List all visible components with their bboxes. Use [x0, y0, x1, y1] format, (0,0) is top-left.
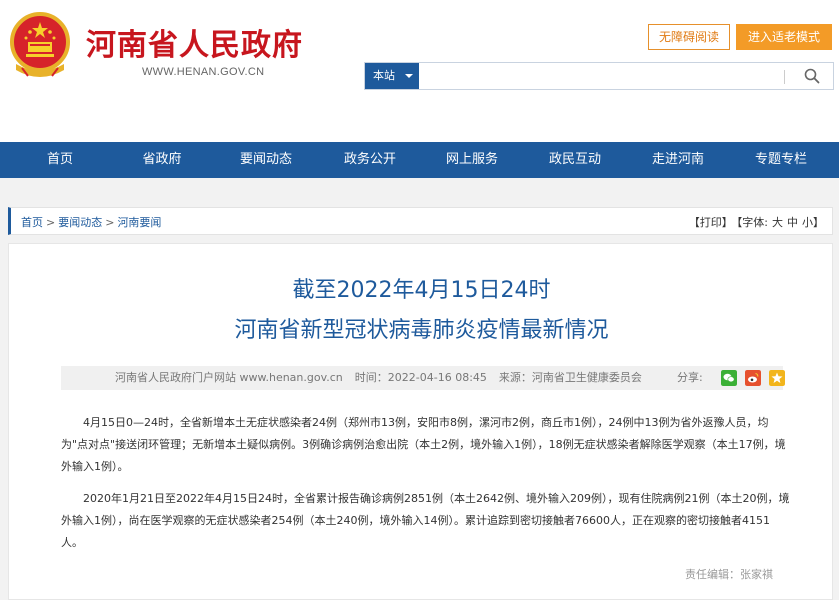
article-title-line1: 截至2022年4月15日24时 [292, 278, 551, 303]
search-divider [784, 70, 785, 84]
qzone-icon[interactable] [769, 370, 785, 386]
font-size-end: 】 [813, 216, 824, 229]
meta-origin: 来源：河南省卫生健康委员会 [498, 371, 642, 384]
breadcrumb-item-henan-news[interactable]: 河南要闻 [117, 216, 161, 229]
chevron-down-icon [405, 74, 413, 78]
breadcrumb-separator: > [105, 216, 115, 229]
search-input[interactable] [421, 65, 781, 87]
search-icon[interactable] [803, 67, 821, 85]
nav-item-online-service[interactable]: 网上服务 [436, 142, 508, 178]
main-nav: 首页 省政府 要闻动态 政务公开 网上服务 政民互动 走进河南 专题专栏 [0, 142, 839, 178]
font-medium-button[interactable]: 中 [787, 216, 798, 229]
nav-item-gov-affairs[interactable]: 政务公开 [334, 142, 406, 178]
weibo-icon[interactable] [745, 370, 761, 386]
share-label: 分享: [677, 371, 703, 384]
breadcrumb-item-news[interactable]: 要闻动态 [58, 216, 102, 229]
nav-item-special-topics[interactable]: 专题专栏 [745, 142, 817, 178]
site-header: 河南省人民政府 WWW.HENAN.GOV.CN 无障碍阅读 进入适老模式 本站 [0, 0, 839, 142]
font-large-button[interactable]: 大 [772, 216, 783, 229]
font-size-label: 【字体: [736, 216, 768, 229]
nav-item-about-henan[interactable]: 走进河南 [642, 142, 714, 178]
article-title-line2: 河南省新型冠状病毒肺炎疫情最新情况 [234, 318, 609, 343]
nav-item-home[interactable]: 首页 [24, 142, 96, 178]
nav-item-provincial-gov[interactable]: 省政府 [126, 142, 198, 178]
font-small-button[interactable]: 小 [802, 216, 813, 229]
site-name[interactable]: 河南省人民政府 [86, 20, 303, 64]
breadcrumb-separator: > [46, 216, 56, 229]
site-url: WWW.HENAN.GOV.CN [142, 66, 265, 78]
breadcrumb: 首页 > 要闻动态 > 河南要闻 [21, 214, 161, 230]
nav-item-news[interactable]: 要闻动态 [230, 142, 302, 178]
article-paragraph: 2020年1月21日至2022年4月15日24时，全省累计报告确诊病例2851例… [61, 492, 790, 549]
wechat-icon[interactable] [721, 370, 737, 386]
national-emblem-icon[interactable] [8, 10, 72, 80]
meta-source-site: 河南省人民政府门户网站 www.henan.gov.cn [115, 371, 343, 384]
article-meta: 河南省人民政府门户网站 www.henan.gov.cn 时间：2022-04-1… [115, 366, 654, 390]
breadcrumb-item-home[interactable]: 首页 [21, 216, 43, 229]
nav-item-interaction[interactable]: 政民互动 [539, 142, 611, 178]
breadcrumb-bar: 首页 > 要闻动态 > 河南要闻 【打印】 【字体: 大中小】 [8, 207, 833, 235]
search-bar: 本站 [364, 62, 834, 90]
search-scope-dropdown[interactable]: 本站 [365, 63, 419, 89]
article-panel: 截至2022年4月15日24时 河南省新型冠状病毒肺炎疫情最新情况 河南省人民政… [8, 243, 833, 600]
search-scope-label: 本站 [373, 69, 395, 82]
article-tools: 【打印】 【字体: 大中小】 [685, 214, 824, 230]
article-paragraph: 4月15日0—24时，全省新增本土无症状感染者24例（郑州市13例，安阳市8例，… [61, 416, 786, 473]
print-button[interactable]: 【打印】 [689, 216, 733, 229]
meta-time: 时间：2022-04-16 08:45 [354, 371, 487, 384]
article-meta-bar: 河南省人民政府门户网站 www.henan.gov.cn 时间：2022-04-1… [61, 366, 785, 390]
responsible-editor: 责任编辑：张家祺 [685, 568, 773, 581]
elder-mode-button[interactable]: 进入适老模式 [736, 24, 832, 50]
accessible-reading-button[interactable]: 无障碍阅读 [648, 24, 730, 50]
